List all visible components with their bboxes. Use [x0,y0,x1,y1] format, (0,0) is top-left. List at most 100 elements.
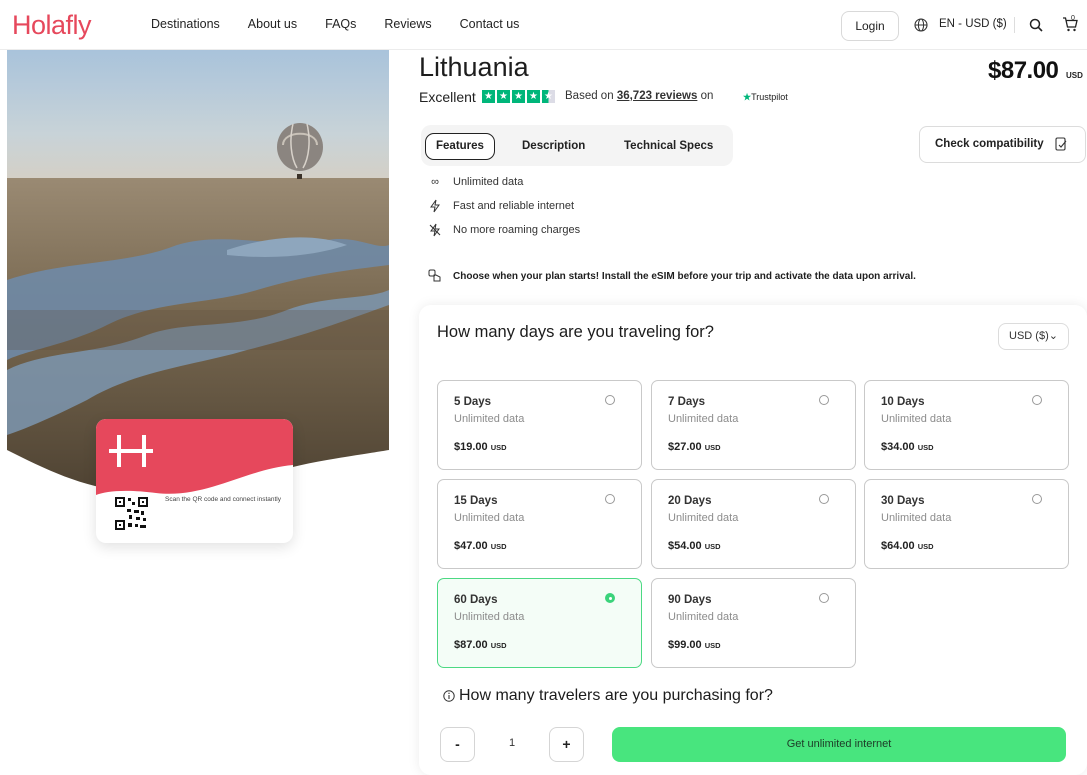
plan-price-currency: USD [704,542,721,551]
product-price: $87.00 [988,57,1059,84]
cart-count-badge: 0 [1071,15,1075,22]
plan-price-currency: USD [490,443,507,452]
no-roaming-icon [429,223,441,237]
reviews-link[interactable]: 36,723 reviews [617,90,698,102]
plan-price-value: $47.00 [454,540,488,552]
currency-dropdown[interactable]: USD ($)⌄ [998,323,1069,350]
price-currency: USD [1066,71,1083,80]
plan-data: Unlimited data [454,512,525,524]
tab-description[interactable]: Description [522,133,585,160]
plan-start-note: Choose when your plan starts! Install th… [428,269,916,283]
feature-item: Fast and reliable internet [428,199,574,213]
login-button[interactable]: Login [841,11,899,41]
plan-radio[interactable] [605,395,615,405]
plan-days: 10 Days [881,396,925,408]
plan-radio[interactable] [819,395,829,405]
search-icon[interactable] [1029,18,1043,32]
plan-option-10-days[interactable]: 10 Days Unlimited data $34.00 USD [864,380,1069,470]
plan-radio[interactable] [1032,494,1042,504]
plan-price-value: $27.00 [668,441,702,453]
esim-card-art [96,419,293,530]
plan-option-90-days[interactable]: 90 Days Unlimited data $99.00 USD [651,578,856,668]
half-star-icon: ★ [542,90,555,103]
plan-data: Unlimited data [668,413,739,425]
plan-price-currency: USD [917,542,934,551]
plan-radio[interactable] [819,593,829,603]
tab-technical-specs[interactable]: Technical Specs [624,133,713,160]
plan-price-currency: USD [704,443,721,452]
device-check-icon [1055,137,1067,151]
plan-days: 7 Days [668,396,706,408]
trustpilot-logo[interactable]: ★Trustpilot [743,92,788,103]
quantity-value[interactable]: 1 [509,737,515,749]
plan-price-currency: USD [490,641,507,650]
plan-price: $34.00 USD [881,441,934,453]
rating-word: Excellent [419,89,476,105]
nav-links: Destinations About us FAQs Reviews Conta… [151,17,547,31]
increase-quantity-button[interactable]: + [549,727,584,762]
nav-link-faqs[interactable]: FAQs [325,17,356,31]
plan-price: $47.00 USD [454,540,507,552]
feature-label: No more roaming charges [453,224,581,236]
plan-price-value: $34.00 [881,441,915,453]
infinity-icon: ∞ [431,176,439,188]
star-icon: ★ [497,90,510,103]
plan-option-20-days[interactable]: 20 Days Unlimited data $54.00 USD [651,479,856,569]
cart-icon[interactable] [1062,16,1078,32]
info-icon[interactable] [443,690,455,702]
plan-radio-selected[interactable] [605,593,615,603]
review-summary: Based on 36,723 reviews on [565,90,713,102]
plan-option-15-days[interactable]: 15 Days Unlimited data $47.00 USD [437,479,642,569]
plan-radio[interactable] [819,494,829,504]
decrease-quantity-button[interactable]: - [440,727,475,762]
nav-link-contact-us[interactable]: Contact us [460,17,520,31]
nav-link-reviews[interactable]: Reviews [384,17,431,31]
star-icon: ★ [527,90,540,103]
qr-code-image [115,497,148,530]
days-question: How many days are you traveling for? [437,323,714,341]
plan-price-currency: USD [704,641,721,650]
star-icon: ★ [482,90,495,103]
plan-days: 5 Days [454,396,492,408]
on-label: on [700,90,714,102]
plan-days: 15 Days [454,495,498,507]
plan-days: 90 Days [668,594,712,606]
plan-price-value: $54.00 [668,540,702,552]
tab-features[interactable]: Features [425,133,495,160]
holafly-logo[interactable]: Holafly [12,10,92,41]
nav-divider [1014,17,1015,33]
plan-option-60-days[interactable]: 60 Days Unlimited data $87.00 USD [437,578,642,668]
feature-item: No more roaming charges [428,223,580,237]
currency-dropdown-value: USD ($) [1009,330,1049,342]
nav-link-about-us[interactable]: About us [248,17,297,31]
plan-data: Unlimited data [454,413,525,425]
plan-price-currency: USD [490,542,507,551]
lightning-icon [430,199,440,213]
trustpilot-star-icon: ★ [743,92,752,102]
globe-icon[interactable] [914,18,928,32]
get-unlimited-internet-button[interactable]: Get unlimited internet [612,727,1066,762]
trustpilot-label: Trustpilot [751,92,788,102]
plan-start-text: Choose when your plan starts! Install th… [453,270,916,282]
plan-data: Unlimited data [881,413,952,425]
feature-item: ∞ Unlimited data [428,175,523,189]
plan-data: Unlimited data [881,512,952,524]
feature-label: Fast and reliable internet [453,200,575,212]
plan-option-7-days[interactable]: 7 Days Unlimited data $27.00 USD [651,380,856,470]
plan-radio[interactable] [1032,395,1042,405]
plan-days: 60 Days [454,594,498,606]
plan-price-currency: USD [917,443,934,452]
star-icon: ★ [512,90,525,103]
sim-caption: Scan the QR code and connect instantly [165,496,281,503]
trustpilot-stars: ★ ★ ★ ★ ★ [482,90,555,103]
plan-option-5-days[interactable]: 5 Days Unlimited data $19.00 USD [437,380,642,470]
plan-radio[interactable] [605,494,615,504]
plan-price-value: $19.00 [454,441,488,453]
plan-price: $87.00 USD [454,639,507,651]
plan-data: Unlimited data [668,512,739,524]
nav-link-destinations[interactable]: Destinations [151,17,220,31]
plan-price-value: $64.00 [881,540,915,552]
language-currency-selector[interactable]: EN - USD ($) [939,18,1007,30]
plan-days: 30 Days [881,495,925,507]
plan-option-30-days[interactable]: 30 Days Unlimited data $64.00 USD [864,479,1069,569]
